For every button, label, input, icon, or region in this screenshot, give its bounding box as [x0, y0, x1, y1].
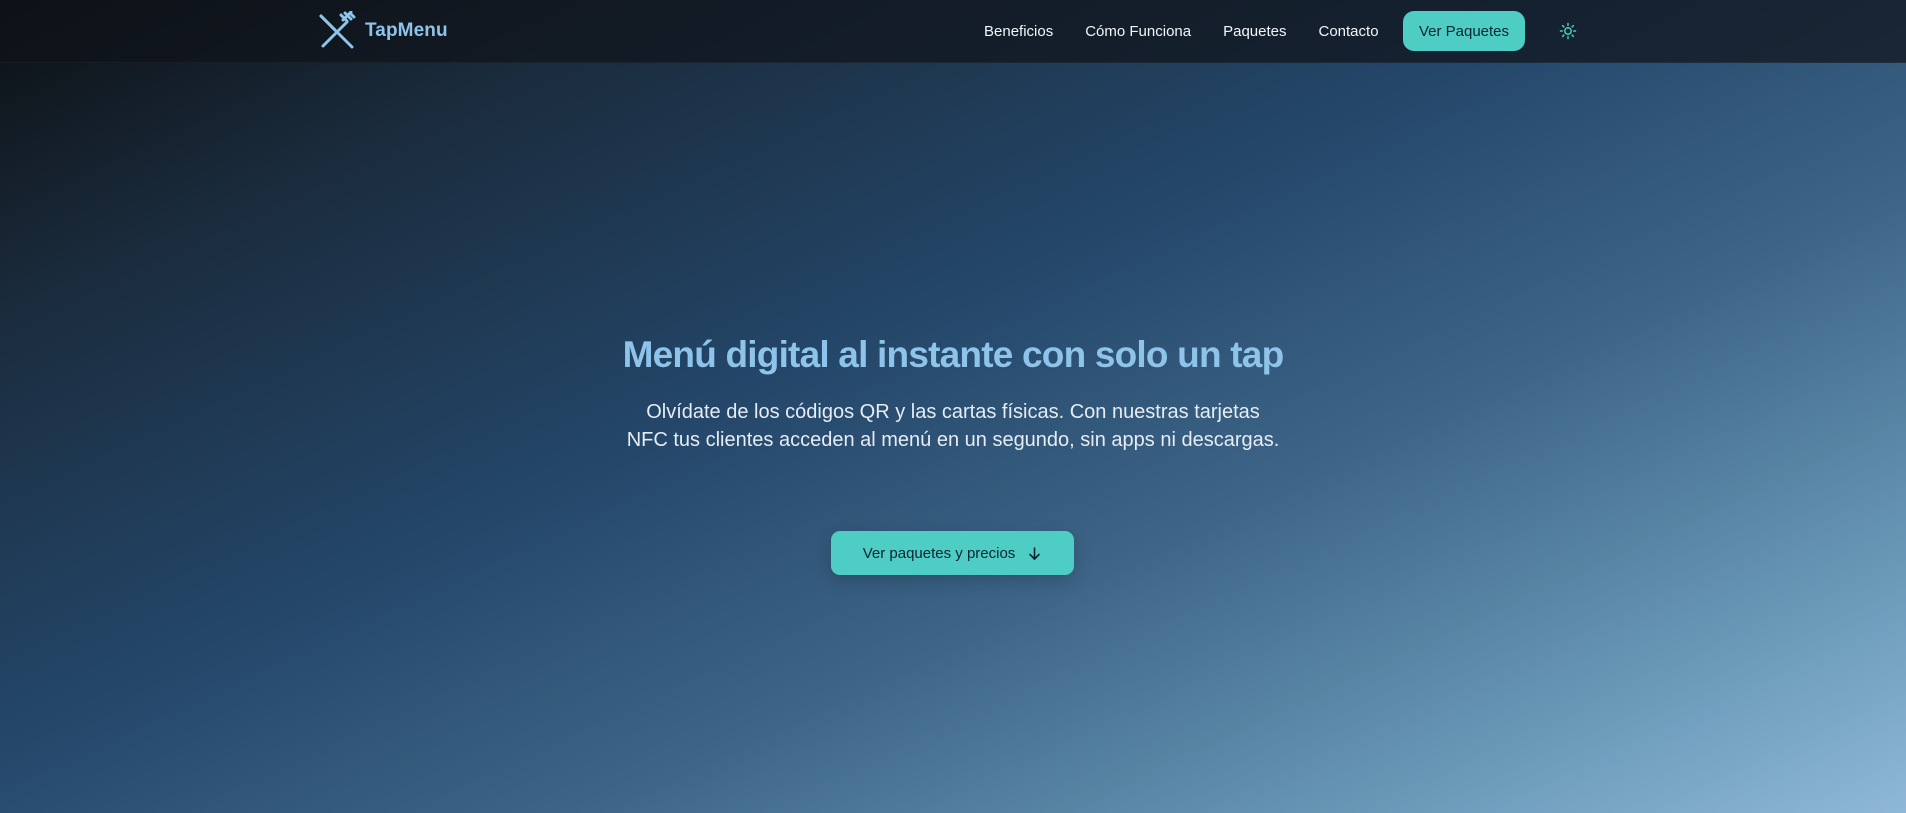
- arrow-down-icon: [1029, 546, 1041, 560]
- hero-section: Menú digital al instante con solo un tap…: [0, 330, 1906, 454]
- nav-link-paquetes[interactable]: Paquetes: [1223, 23, 1286, 40]
- nav-link-como-funciona[interactable]: Cómo Funciona: [1085, 23, 1191, 40]
- nav-link-beneficios[interactable]: Beneficios: [984, 23, 1053, 40]
- nav-link-contacto[interactable]: Contacto: [1319, 23, 1379, 40]
- ver-paquetes-button[interactable]: Ver Paquetes: [1403, 11, 1525, 51]
- hero-title: Menú digital al instante con solo un tap: [622, 334, 1285, 375]
- hero-subtitle: Olvídate de los códigos QR y las cartas …: [626, 401, 1280, 451]
- nav-links: Beneficios Cómo Funciona Paquetes Contac…: [984, 0, 1411, 62]
- hero-cta-label: Ver paquetes y precios: [862, 544, 1016, 562]
- sun-icon[interactable]: [1559, 22, 1577, 40]
- ver-paquetes-y-precios-button[interactable]: Ver paquetes y precios: [831, 531, 1074, 575]
- navbar: TapMenu Beneficios Cómo Funciona Paquete…: [0, 0, 1906, 63]
- fork-knife-crossed-icon: [319, 11, 356, 49]
- landing-page: TapMenu Beneficios Cómo Funciona Paquete…: [0, 0, 1906, 813]
- brand-name: TapMenu: [365, 20, 448, 41]
- brand-logo-link[interactable]: TapMenu: [317, 11, 448, 50]
